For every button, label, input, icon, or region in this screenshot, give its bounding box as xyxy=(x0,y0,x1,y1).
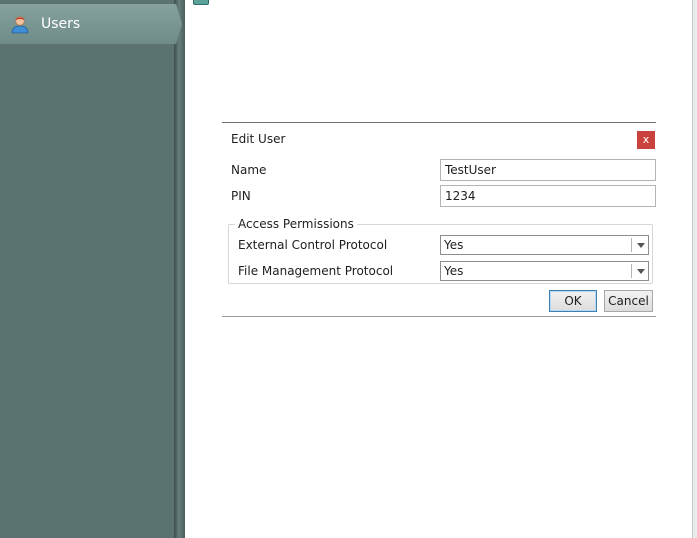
select-divider xyxy=(631,264,632,278)
pin-label: PIN xyxy=(231,189,251,203)
access-permissions-group: Access Permissions External Control Prot… xyxy=(228,216,653,284)
sidebar-edge xyxy=(174,0,185,538)
dialog-title: Edit User xyxy=(231,132,286,146)
sidebar-item-label: Users xyxy=(41,16,81,32)
name-input[interactable]: TestUser xyxy=(440,159,656,181)
close-button[interactable]: x xyxy=(637,131,655,149)
edit-user-dialog: Edit User x Name TestUser PIN 1234 Acces… xyxy=(222,122,656,317)
group-title: Access Permissions xyxy=(235,216,357,232)
sidebar xyxy=(0,0,174,538)
select-divider xyxy=(631,238,632,252)
app-window: Users Edit User x Name TestUser PIN 1234… xyxy=(0,0,697,538)
chevron-down-icon[interactable] xyxy=(637,243,645,248)
scrollbar[interactable] xyxy=(692,0,697,538)
chevron-down-icon[interactable] xyxy=(637,269,645,274)
ok-button[interactable]: OK xyxy=(549,290,597,312)
select-value: Yes xyxy=(444,238,464,252)
user-icon xyxy=(10,14,30,34)
external-control-select[interactable]: Yes xyxy=(440,235,649,255)
name-label: Name xyxy=(231,163,267,177)
select-value: Yes xyxy=(444,264,464,278)
external-control-label: External Control Protocol xyxy=(238,238,388,252)
file-management-select[interactable]: Yes xyxy=(440,261,649,281)
sidebar-item-users[interactable]: Users xyxy=(0,4,182,44)
file-management-label: File Management Protocol xyxy=(238,264,394,278)
pin-input[interactable]: 1234 xyxy=(440,185,656,207)
cancel-button[interactable]: Cancel xyxy=(604,290,653,312)
tab-marker[interactable] xyxy=(193,0,209,5)
